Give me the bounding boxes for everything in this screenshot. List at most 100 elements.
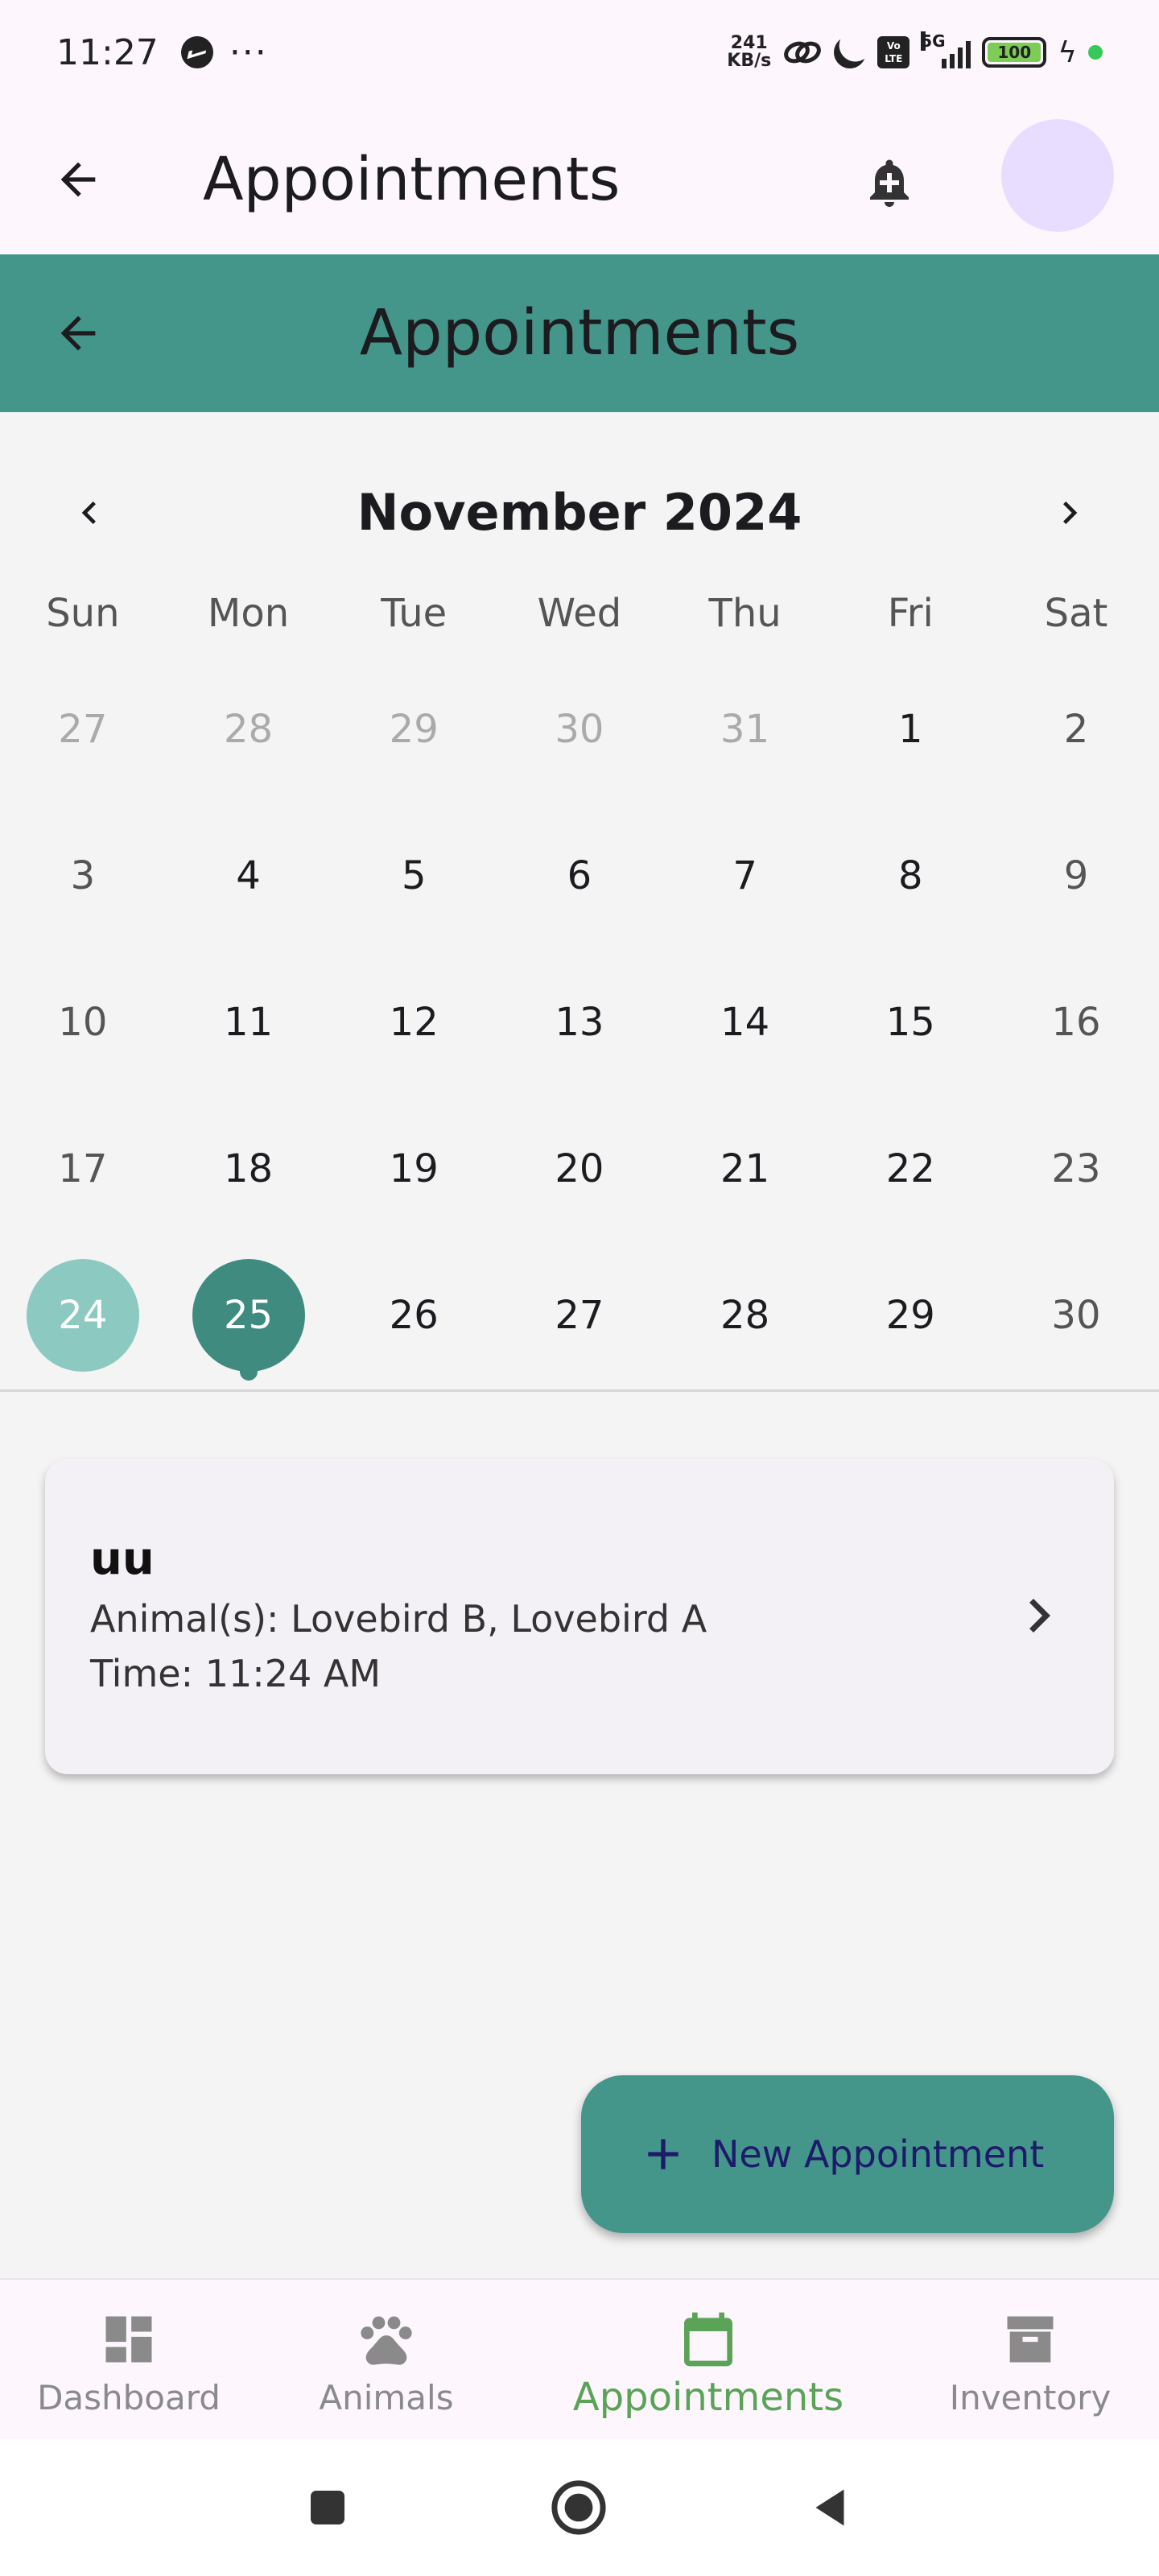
chevron-right-icon	[1003, 1579, 1075, 1652]
calendar-day[interactable]: 16	[993, 949, 1159, 1096]
nav-item-animals[interactable]: Animals	[298, 2280, 475, 2441]
recents-button[interactable]	[291, 2471, 364, 2544]
back-button[interactable]	[34, 135, 122, 224]
calendar-day[interactable]: 9	[993, 803, 1159, 949]
divider	[0, 1389, 1159, 1392]
calendar-day-outside[interactable]: 28	[166, 656, 332, 803]
section-header: Appointments	[0, 254, 1159, 412]
calendar-day[interactable]: 14	[662, 949, 828, 1096]
calendar-day[interactable]: 30	[993, 1242, 1159, 1389]
home-button[interactable]	[542, 2471, 615, 2544]
new-appointment-button[interactable]: New Appointment	[581, 2075, 1114, 2233]
avatar[interactable]	[1001, 119, 1114, 232]
appointment-title: uu	[90, 1533, 155, 1585]
calendar-day[interactable]: 17	[0, 1096, 166, 1242]
day-number: 21	[720, 1146, 770, 1191]
day-number: 10	[58, 1000, 108, 1045]
day-number: 23	[1051, 1146, 1101, 1191]
day-number: 24	[58, 1293, 108, 1338]
nav-item-appointments[interactable]: Appointments	[555, 2280, 861, 2441]
paw-icon	[354, 2307, 419, 2372]
day-number: 1	[898, 707, 923, 752]
messenger-icon	[180, 36, 213, 68]
calendar-day[interactable]: 3	[0, 803, 166, 949]
day-number: 28	[223, 707, 274, 752]
network-speed-value: 241	[730, 33, 768, 53]
calendar-day[interactable]: 27	[497, 1242, 662, 1389]
day-number: 20	[555, 1146, 604, 1191]
day-number: 8	[898, 853, 923, 898]
plus-icon	[631, 2122, 695, 2186]
day-number: 3	[70, 853, 96, 898]
system-navigation-bar	[0, 2439, 1159, 2576]
calendar-day-outside[interactable]: 29	[331, 656, 497, 803]
calendar-day-outside[interactable]: 31	[662, 656, 828, 803]
calendar-day[interactable]: 21	[662, 1096, 828, 1242]
calendar-day[interactable]: 26	[331, 1242, 497, 1389]
calendar-day[interactable]: 5	[331, 803, 497, 949]
calendar-day[interactable]: 7	[662, 803, 828, 949]
calendar-day[interactable]: 23	[993, 1096, 1159, 1242]
calendar-day[interactable]: 18	[166, 1096, 332, 1242]
calendar-day[interactable]: 15	[827, 949, 993, 1096]
day-number: 29	[389, 707, 439, 752]
day-number: 16	[1051, 1000, 1101, 1045]
arrow-left-icon	[60, 316, 96, 351]
day-number: 30	[555, 707, 604, 752]
calendar-day[interactable]: 2	[993, 656, 1159, 803]
day-number: 6	[567, 853, 592, 898]
calendar-day-outside[interactable]: 27	[0, 656, 166, 803]
calendar-day[interactable]: 4	[166, 803, 332, 949]
appointment-card[interactable]: uu Animal(s): Lovebird B, Lovebird A Tim…	[45, 1459, 1114, 1774]
calendar-day[interactable]: 11	[166, 949, 332, 1096]
day-number: 4	[236, 853, 261, 898]
weekday-label: Fri	[887, 591, 934, 636]
weekday-row: Sun Mon Tue Wed Thu Fri Sat	[0, 591, 1159, 636]
system-back-button[interactable]	[794, 2471, 866, 2544]
do-not-disturb-icon	[828, 31, 872, 75]
day-number: 27	[555, 1293, 604, 1338]
calendar-day[interactable]: 12	[331, 949, 497, 1096]
day-number: 7	[732, 853, 757, 898]
day-number: 28	[720, 1293, 770, 1338]
status-time: 11:27	[56, 31, 159, 73]
day-number: 13	[555, 1000, 604, 1045]
appointment-time: Time: 11:24 AM	[90, 1652, 382, 1695]
calendar-day[interactable]: 28	[662, 1242, 828, 1389]
arrow-left-icon	[60, 162, 96, 197]
day-number: 18	[223, 1146, 274, 1191]
nav-item-dashboard[interactable]: Dashboard	[24, 2280, 233, 2441]
appointment-animals: Animal(s): Lovebird B, Lovebird A	[90, 1597, 707, 1641]
volte-icon: Vo LTE	[877, 36, 910, 68]
calendar-day[interactable]: 1	[827, 656, 993, 803]
calendar-day[interactable]: 20	[497, 1096, 662, 1242]
calendar-day[interactable]: 19	[331, 1096, 497, 1242]
square-icon	[311, 2491, 344, 2524]
day-number: 31	[720, 707, 770, 752]
calendar-day-today[interactable]: 24	[0, 1242, 166, 1389]
day-number: 30	[1051, 1293, 1101, 1338]
nav-item-inventory[interactable]: Inventory	[934, 2280, 1127, 2441]
circle-icon	[551, 2480, 606, 2535]
section-back-button[interactable]	[34, 289, 122, 378]
battery-level: 100	[988, 43, 1041, 62]
weekday-label: Sun	[46, 591, 120, 636]
calendar-day-outside[interactable]: 30	[497, 656, 662, 803]
calendar-day[interactable]: 13	[497, 949, 662, 1096]
calendar-day[interactable]: 22	[827, 1096, 993, 1242]
calendar-header: November 2024	[0, 460, 1159, 565]
add-notification-button[interactable]	[845, 138, 934, 227]
network-speed: 241 KB/s	[727, 35, 771, 70]
next-month-button[interactable]	[1033, 477, 1106, 549]
battery-icon: 100	[982, 37, 1047, 68]
page-title: Appointments	[203, 145, 621, 214]
day-number: 5	[401, 853, 427, 898]
day-number: 12	[389, 1000, 439, 1045]
day-number: 2	[1063, 707, 1089, 752]
calendar-day[interactable]: 29	[827, 1242, 993, 1389]
calendar-day[interactable]: 6	[497, 803, 662, 949]
calendar-day[interactable]: 10	[0, 949, 166, 1096]
app-bar: Appointments	[0, 105, 1159, 254]
calendar-day-selected[interactable]: 25	[166, 1242, 332, 1389]
calendar-day[interactable]: 8	[827, 803, 993, 949]
